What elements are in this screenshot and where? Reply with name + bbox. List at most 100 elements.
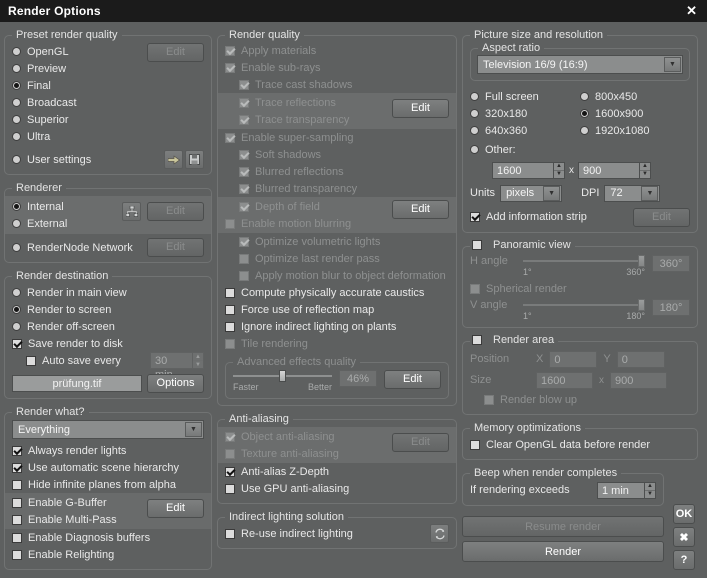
dpi-select[interactable]: 72 ▼	[604, 184, 661, 202]
gbuffer-edit-button[interactable]: Edit	[147, 499, 204, 518]
radio-800x450[interactable]: 800x450	[580, 88, 690, 105]
help-button[interactable]: ?	[673, 550, 695, 570]
radio-preview[interactable]: Preview	[12, 60, 204, 77]
checkbox-always-render-lights[interactable]: Always render lights	[12, 442, 204, 459]
radio-1600x900[interactable]: 1600x900	[580, 105, 690, 122]
checkbox-tile-rendering[interactable]: Tile rendering	[225, 335, 449, 352]
beep-threshold-stepper[interactable]: 1 min ▲ ▼	[597, 481, 656, 499]
radio-superior[interactable]: Superior	[12, 111, 204, 128]
output-filename-field[interactable]: prüfung.tif	[12, 374, 142, 392]
chevron-down-icon[interactable]: ▼	[641, 185, 659, 201]
load-arrow-icon[interactable]	[164, 150, 183, 169]
checkbox-render-blow-up[interactable]: Render blow up	[470, 391, 690, 408]
checkbox-anti-alias-z-depth[interactable]: Anti-alias Z-Depth	[225, 463, 449, 480]
radio-full-screen[interactable]: Full screen	[470, 88, 580, 105]
advanced-quality-value[interactable]: 46%	[339, 370, 377, 387]
checkbox-trace-cast-shadows[interactable]: Trace cast shadows	[225, 76, 449, 93]
size-width-field[interactable]: 1600	[536, 371, 593, 389]
checkbox-auto-save-every[interactable]: Auto save every	[26, 355, 121, 367]
height-stepper[interactable]: 900 ▲ ▼	[578, 161, 651, 179]
ok-button[interactable]: OK	[673, 504, 695, 524]
checkbox-blurred-transparency[interactable]: Blurred transparency	[225, 180, 449, 197]
checkbox-enable-sub-rays[interactable]: Enable sub-rays	[225, 59, 449, 76]
render-area-legend-checkbox[interactable]: Render area	[470, 334, 559, 346]
radio-1920x1080[interactable]: 1920x1080	[580, 122, 690, 139]
radio-user-settings[interactable]: User settings	[12, 154, 91, 166]
floppy-save-icon[interactable]	[185, 150, 204, 169]
checkbox-compute-caustics[interactable]: Compute physically accurate caustics	[225, 284, 449, 301]
checkbox-blurred-reflections[interactable]: Blurred reflections	[225, 163, 449, 180]
checkbox-optimize-volumetric-lights[interactable]: Optimize volumetric lights	[225, 233, 449, 250]
v-angle-value[interactable]: 180°	[652, 299, 690, 316]
anti-aliasing-edit-button[interactable]: Edit	[392, 433, 449, 452]
render-button[interactable]: Render	[462, 541, 664, 562]
chevron-down-icon[interactable]: ▼	[543, 185, 561, 201]
stepper-arrows[interactable]: ▲ ▼	[640, 161, 651, 179]
preset-edit-button[interactable]: Edit	[147, 43, 204, 62]
advanced-edit-button[interactable]: Edit	[384, 370, 441, 389]
checkbox-optimize-last-render-pass[interactable]: Optimize last render pass	[225, 250, 449, 267]
v-angle-slider[interactable]	[523, 299, 645, 311]
refresh-cycle-icon[interactable]	[430, 524, 449, 543]
checkbox-save-render-to-disk[interactable]: Save render to disk	[12, 335, 204, 352]
radio-render-offscreen[interactable]: Render off-screen	[12, 318, 204, 335]
position-x-field[interactable]: 0	[549, 350, 598, 368]
checkbox-apply-materials[interactable]: Apply materials	[225, 42, 449, 59]
sub-rays-edit-button[interactable]: Edit	[392, 99, 449, 118]
depth-of-field-edit-button[interactable]: Edit	[392, 200, 449, 219]
checkbox-enable-diagnosis-buffers[interactable]: Enable Diagnosis buffers	[12, 529, 204, 546]
units-select[interactable]: pixels ▼	[500, 184, 563, 202]
beep-threshold-value[interactable]: 1 min	[597, 481, 645, 499]
render-what-select[interactable]: Everything ▼	[12, 420, 204, 439]
checkbox-ignore-indirect-lighting-plants[interactable]: Ignore indirect lighting on plants	[225, 318, 449, 335]
radio-broadcast[interactable]: Broadcast	[12, 94, 204, 111]
radio-ultra[interactable]: Ultra	[12, 128, 204, 145]
checkbox-spherical-render[interactable]: Spherical render	[470, 280, 690, 297]
stepper-arrows[interactable]: ▲ ▼	[193, 352, 204, 369]
checkbox-add-information-strip[interactable]: Add information strip	[470, 211, 587, 223]
width-field[interactable]: 1600	[492, 161, 554, 179]
checkbox-soft-shadows[interactable]: Soft shadows	[225, 146, 449, 163]
panoramic-legend-checkbox[interactable]: Panoramic view	[470, 239, 575, 251]
checkbox-apply-motion-blur-deformation[interactable]: Apply motion blur to object deformation	[225, 267, 449, 284]
radio-final[interactable]: Final	[12, 77, 204, 94]
info-strip-edit-button[interactable]: Edit	[633, 207, 690, 227]
rendernode-edit-button[interactable]: Edit	[147, 238, 204, 257]
resume-render-button[interactable]: Resume render	[462, 516, 664, 537]
renderer-edit-button[interactable]: Edit	[147, 202, 204, 221]
checkbox-clear-opengl-data[interactable]: Clear OpenGL data before render	[470, 436, 690, 453]
radio-rendernode-network[interactable]: RenderNode Network	[12, 242, 133, 254]
checkbox-auto-scene-hierarchy[interactable]: Use automatic scene hierarchy	[12, 459, 204, 476]
chevron-down-icon[interactable]: ▼	[185, 422, 202, 437]
radio-render-main-view[interactable]: Render in main view	[12, 284, 204, 301]
cancel-x-icon[interactable]: ✖	[673, 527, 695, 547]
slider-knob[interactable]	[278, 370, 286, 382]
radio-render-to-screen[interactable]: Render to screen	[12, 301, 204, 318]
checkbox-enable-relighting[interactable]: Enable Relighting	[12, 546, 204, 563]
size-height-field[interactable]: 900	[610, 371, 667, 389]
checkbox-enable-super-sampling[interactable]: Enable super-sampling	[225, 129, 449, 146]
radio-640x360[interactable]: 640x360	[470, 122, 580, 139]
stepper-arrows[interactable]: ▲ ▼	[554, 161, 565, 179]
h-angle-slider[interactable]	[523, 255, 645, 267]
checkbox-hide-infinite-planes[interactable]: Hide infinite planes from alpha	[12, 476, 204, 493]
radio-320x180[interactable]: 320x180	[470, 105, 580, 122]
advanced-quality-slider[interactable]	[233, 370, 332, 382]
checkbox-reuse-indirect-lighting[interactable]: Re-use indirect lighting	[225, 528, 353, 540]
aspect-ratio-select[interactable]: Television 16/9 (16:9) ▼	[477, 55, 683, 74]
radio-other[interactable]: Other:	[470, 141, 690, 158]
checkbox-force-reflection-map[interactable]: Force use of reflection map	[225, 301, 449, 318]
network-hierarchy-icon[interactable]	[122, 202, 141, 221]
auto-save-interval-stepper[interactable]: 30 min ▲▼	[150, 352, 204, 381]
slider-knob[interactable]	[638, 255, 645, 267]
slider-knob[interactable]	[638, 299, 645, 311]
auto-save-interval-value[interactable]: 30 min	[150, 352, 193, 381]
checkbox-use-gpu-anti-aliasing[interactable]: Use GPU anti-aliasing	[225, 480, 449, 497]
position-y-field[interactable]: 0	[616, 350, 665, 368]
chevron-down-icon[interactable]: ▼	[664, 57, 681, 72]
width-stepper[interactable]: 1600 ▲ ▼	[492, 161, 565, 179]
h-angle-value[interactable]: 360°	[652, 255, 690, 272]
stepper-arrows[interactable]: ▲ ▼	[645, 481, 656, 499]
height-field[interactable]: 900	[578, 161, 640, 179]
close-icon[interactable]: ✕	[684, 3, 699, 19]
